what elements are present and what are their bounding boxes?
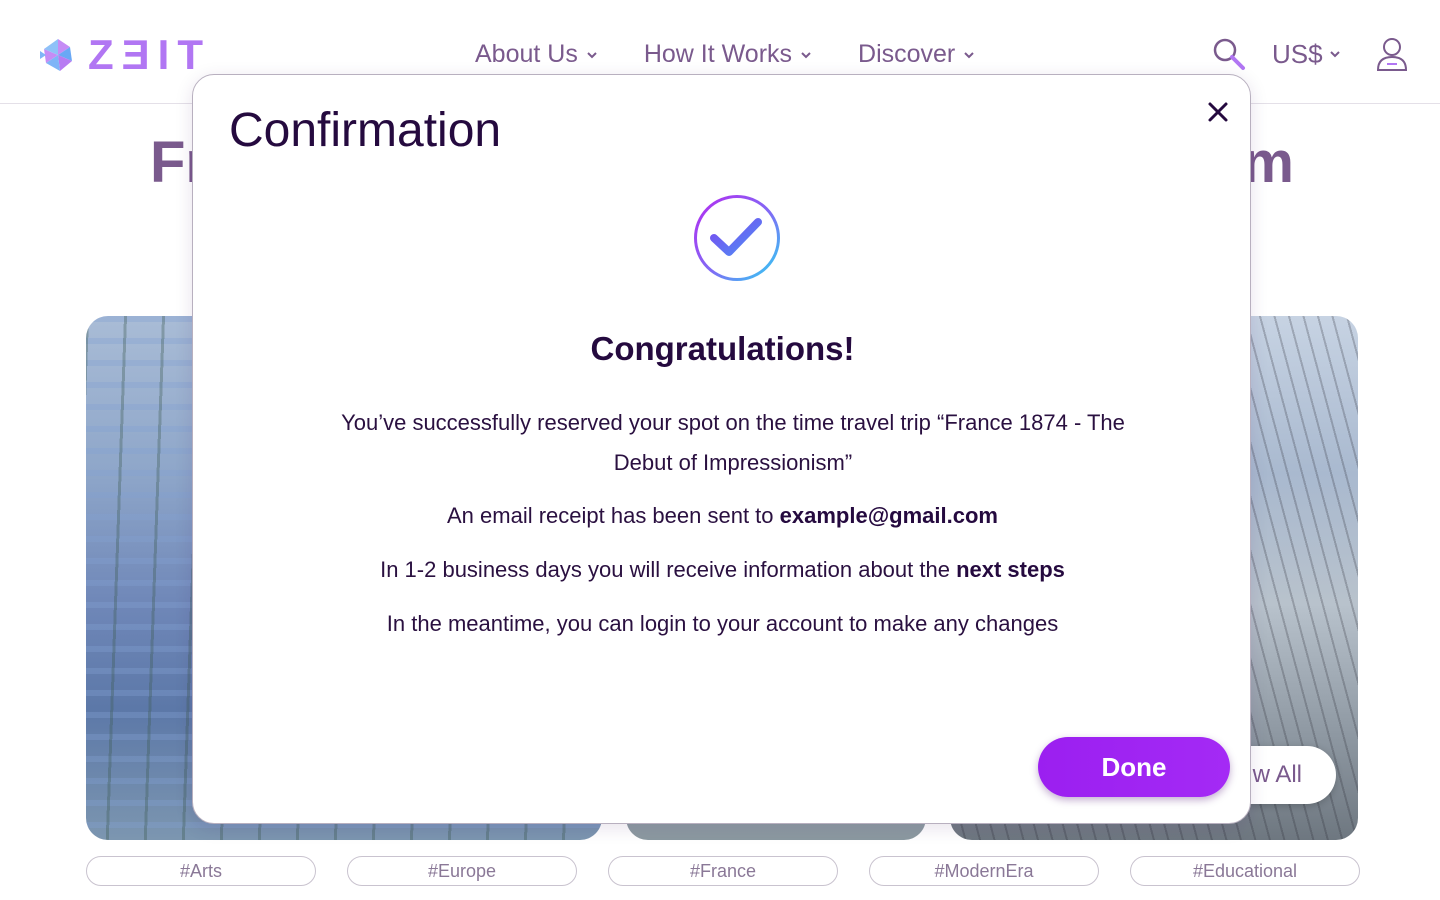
chevron-down-icon [964,51,974,58]
tag-pill[interactable]: #Educational [1130,856,1360,886]
email-receipt-message: An email receipt has been sent to exampl… [193,503,1252,529]
nav-how-it-works[interactable]: How It Works [644,40,812,69]
nav-about-us[interactable]: About Us [475,40,598,69]
tag-pill[interactable]: #Arts [86,856,316,886]
zeit-logo-icon [40,37,76,73]
user-icon[interactable] [1375,36,1409,72]
tag-list: #Arts #Europe #France #ModernEra #Educat… [86,856,1360,886]
nav-discover-label: Discover [858,40,956,68]
tag-pill[interactable]: #France [608,856,838,886]
logo-text: ZƎIT [88,31,211,78]
search-icon[interactable] [1212,37,1246,71]
next-steps-message: In 1-2 business days you will receive in… [193,557,1252,583]
check-circle-icon [694,195,780,281]
chevron-down-icon [801,51,811,58]
next-steps-prefix: In 1-2 business days you will receive in… [380,557,957,582]
close-icon[interactable] [1205,99,1231,125]
reservation-message: You’ve successfully reserved your spot o… [341,410,1125,475]
currency-selector[interactable]: US$ [1272,39,1341,70]
done-button[interactable]: Done [1038,737,1230,797]
nav-about-us-label: About Us [475,40,578,68]
email-receipt-prefix: An email receipt has been sent to [447,503,780,528]
view-all-label: w All [1252,761,1302,788]
modal-title: Confirmation [229,104,502,157]
congratulations-heading: Congratulations! [590,330,855,367]
currency-label: US$ [1272,38,1323,69]
confirmation-modal: Confirmation Congratulations! You’ve suc… [192,74,1251,824]
main-nav: About Us How It Works Discover [475,40,975,69]
header-actions: US$ [1212,36,1409,72]
tag-pill[interactable]: #Europe [347,856,577,886]
email-address: example@gmail.com [779,503,998,528]
next-steps-bold: next steps [956,557,1065,582]
nav-how-it-works-label: How It Works [643,40,793,68]
chevron-down-icon [587,51,597,58]
meantime-message: In the meantime, you can login to your a… [386,611,1059,636]
logo[interactable]: ZƎIT [40,34,211,76]
chevron-down-icon [1329,51,1340,58]
tag-pill[interactable]: #ModernEra [869,856,1099,886]
nav-discover[interactable]: Discover [858,40,975,69]
